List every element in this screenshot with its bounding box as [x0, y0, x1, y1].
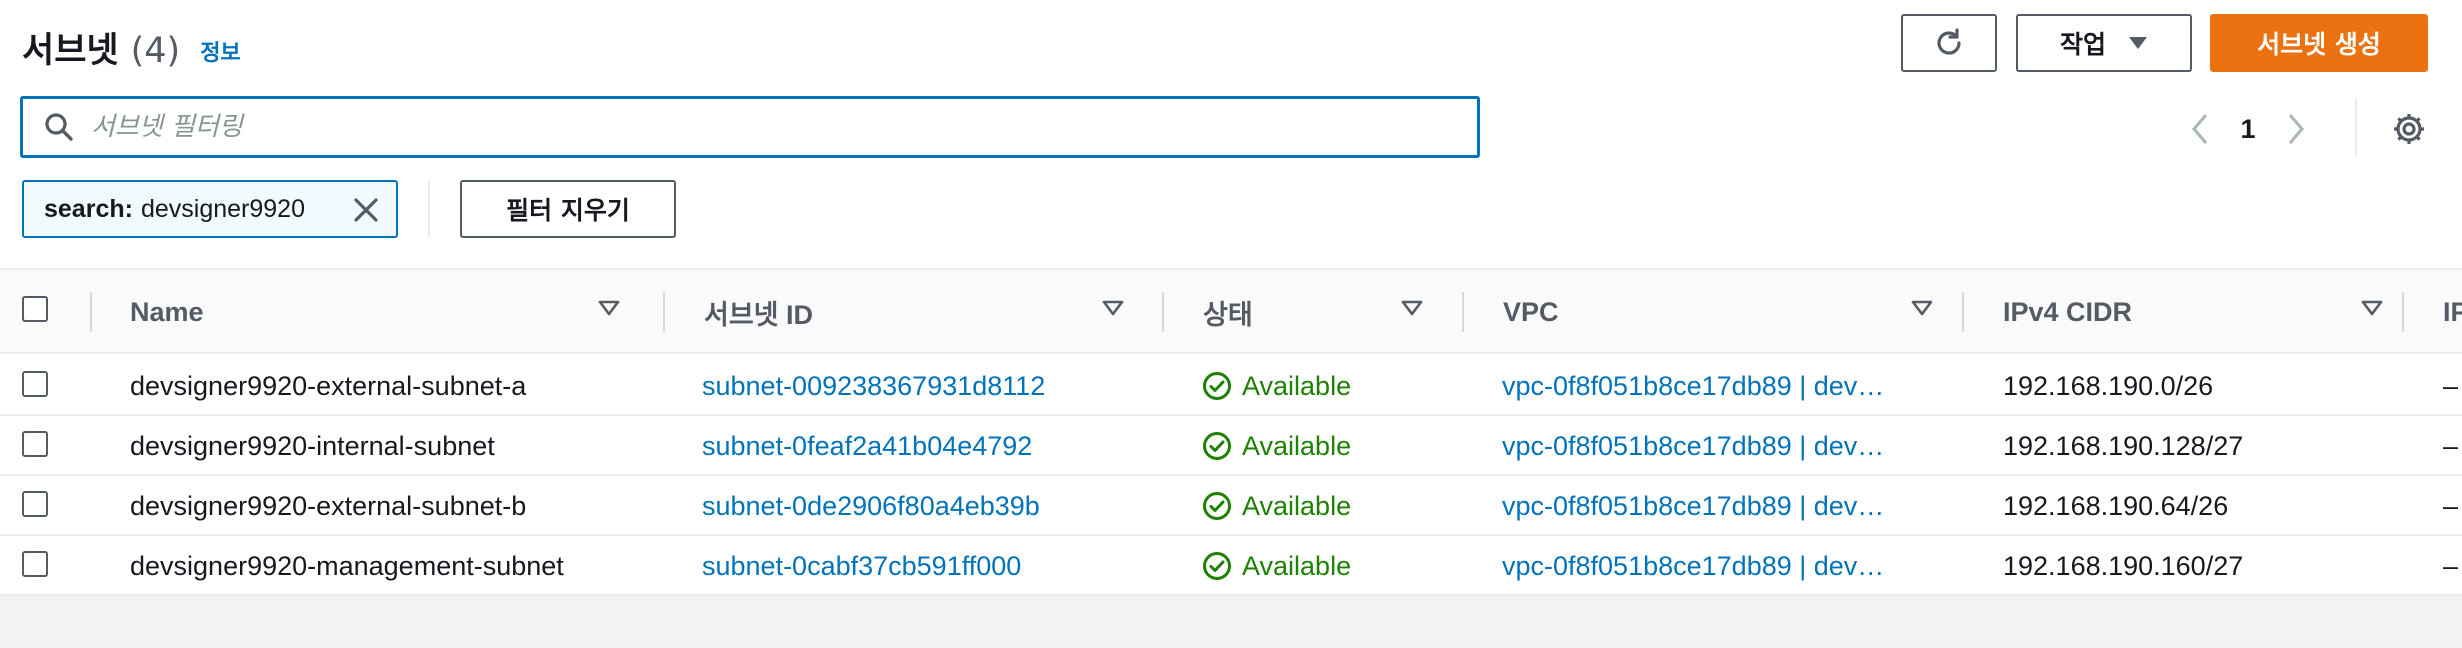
sort-icon: [1102, 300, 1124, 316]
page-background: [0, 596, 2462, 648]
refresh-icon: [1937, 28, 1961, 55]
ipv4-cidr: 192.168.190.0/26: [2003, 370, 2214, 401]
check-circle-icon: [1203, 552, 1231, 580]
column-label: 서브넷 ID: [704, 299, 814, 330]
column-separator: [90, 292, 92, 332]
column-separator: [1162, 292, 1164, 332]
column-separator: [663, 292, 665, 332]
title-text: 서브넷: [22, 31, 119, 71]
check-circle-icon: [1203, 492, 1231, 520]
subnet-name: devsigner9920-external-subnet-a: [130, 370, 527, 401]
table-row[interactable]: devsigner9920-management-subnet subnet-0…: [0, 536, 2462, 596]
column-label: VPC: [1503, 296, 1559, 327]
row-checkbox[interactable]: [22, 431, 48, 457]
check-circle-icon: [1203, 372, 1231, 400]
ipv4-cidr: 192.168.190.160/27: [2003, 550, 2244, 581]
subnet-name: devsigner9920-external-subnet-b: [130, 490, 527, 521]
actions-dropdown-button[interactable]: 작업: [2016, 14, 2192, 72]
header: 서브넷 (4) 정보 작업 서브넷 생성: [0, 0, 2462, 96]
column-separator: [1462, 292, 1464, 332]
column-separator: [1962, 292, 1964, 332]
column-label: IP: [2443, 296, 2462, 327]
next-page-button[interactable]: [2276, 104, 2316, 154]
status-text: Available: [1242, 370, 1352, 401]
search-input[interactable]: [91, 112, 1451, 142]
column-header-state[interactable]: 상태: [1203, 270, 1463, 354]
close-icon: [354, 198, 378, 222]
vpc-link[interactable]: vpc-0f8f051b8ce17db89 | dev…: [1502, 476, 1922, 536]
table-row[interactable]: devsigner9920-external-subnet-b subnet-0…: [0, 476, 2462, 536]
row-checkbox[interactable]: [22, 551, 48, 577]
ipv4-cidr: 192.168.190.128/27: [2003, 430, 2244, 461]
subnet-name: devsigner9920-internal-subnet: [130, 430, 495, 461]
filter-token-value: devsigner9920: [140, 194, 305, 223]
column-header-ipv6[interactable]: IP: [2443, 270, 2462, 354]
chevron-right-icon: [2288, 114, 2304, 144]
gear-icon: [2394, 114, 2424, 144]
column-label: Name: [130, 296, 204, 327]
table-row[interactable]: devsigner9920-internal-subnet subnet-0fe…: [0, 416, 2462, 476]
status-text: Available: [1242, 550, 1352, 581]
filter-token: search: devsigner9920: [22, 180, 398, 238]
subnet-id-link[interactable]: subnet-0de2906f80a4eb39b: [702, 476, 1152, 536]
subnet-name: devsigner9920-management-subnet: [130, 550, 564, 581]
info-link[interactable]: 정보: [200, 35, 240, 67]
column-header-ipv4-cidr[interactable]: IPv4 CIDR: [2003, 270, 2423, 354]
vpc-link[interactable]: vpc-0f8f051b8ce17db89 | dev…: [1502, 416, 1922, 476]
table-header: Name 서브넷 ID 상태 VPC IPv4 CIDR IP: [0, 270, 2462, 354]
previous-page-button[interactable]: [2180, 104, 2220, 154]
sort-icon: [1401, 300, 1423, 316]
column-label: 상태: [1203, 299, 1253, 330]
chevron-left-icon: [2192, 114, 2208, 144]
ipv6-cidr: –: [2443, 490, 2459, 521]
filter-token-key: search:: [44, 194, 133, 223]
vpc-link[interactable]: vpc-0f8f051b8ce17db89 | dev…: [1502, 536, 1922, 596]
sort-icon: [2361, 300, 2383, 316]
subnet-id-link[interactable]: subnet-009238367931d8112: [702, 356, 1152, 416]
column-header-vpc[interactable]: VPC: [1503, 270, 1973, 354]
subnet-id-link[interactable]: subnet-0cabf37cb591ff000: [702, 536, 1152, 596]
column-header-name[interactable]: Name: [130, 270, 660, 354]
status-badge: Available: [1202, 356, 1452, 416]
pagination: 1: [2180, 104, 2316, 154]
preferences-button[interactable]: [2388, 108, 2430, 150]
divider: [428, 180, 430, 238]
ipv6-cidr: –: [2443, 550, 2459, 581]
search-box[interactable]: [20, 96, 1480, 158]
table-row[interactable]: devsigner9920-external-subnet-a subnet-0…: [0, 356, 2462, 416]
current-page[interactable]: 1: [2220, 114, 2276, 145]
search-icon: [45, 113, 73, 141]
select-all-checkbox[interactable]: [22, 296, 48, 322]
status-text: Available: [1242, 490, 1352, 521]
vpc-link[interactable]: vpc-0f8f051b8ce17db89 | dev…: [1502, 356, 1922, 416]
sort-icon: [598, 300, 620, 316]
check-circle-icon: [1203, 432, 1231, 460]
status-text: Available: [1242, 430, 1352, 461]
status-badge: Available: [1202, 416, 1452, 476]
status-badge: Available: [1202, 476, 1452, 536]
row-checkbox[interactable]: [22, 371, 48, 397]
column-separator: [2402, 292, 2404, 332]
divider: [2355, 98, 2357, 156]
caret-down-icon: [2129, 37, 2147, 49]
ipv4-cidr: 192.168.190.64/26: [2003, 490, 2229, 521]
column-header-subnet-id[interactable]: 서브넷 ID: [704, 270, 1164, 354]
refresh-button[interactable]: [1901, 14, 1997, 72]
subnet-count: (4): [130, 31, 181, 71]
status-badge: Available: [1202, 536, 1452, 596]
page-title: 서브넷 (4) 정보: [22, 22, 241, 73]
remove-filter-button[interactable]: [350, 194, 382, 226]
ipv6-cidr: –: [2443, 370, 2459, 401]
ipv6-cidr: –: [2443, 430, 2459, 461]
row-checkbox[interactable]: [22, 491, 48, 517]
column-label: IPv4 CIDR: [2003, 296, 2133, 327]
subnet-id-link[interactable]: subnet-0feaf2a41b04e4792: [702, 416, 1152, 476]
clear-filters-button[interactable]: 필터 지우기: [460, 180, 676, 238]
create-subnet-button[interactable]: 서브넷 생성: [2210, 14, 2428, 72]
actions-label: 작업: [2059, 30, 2106, 59]
sort-icon: [1911, 300, 1933, 316]
